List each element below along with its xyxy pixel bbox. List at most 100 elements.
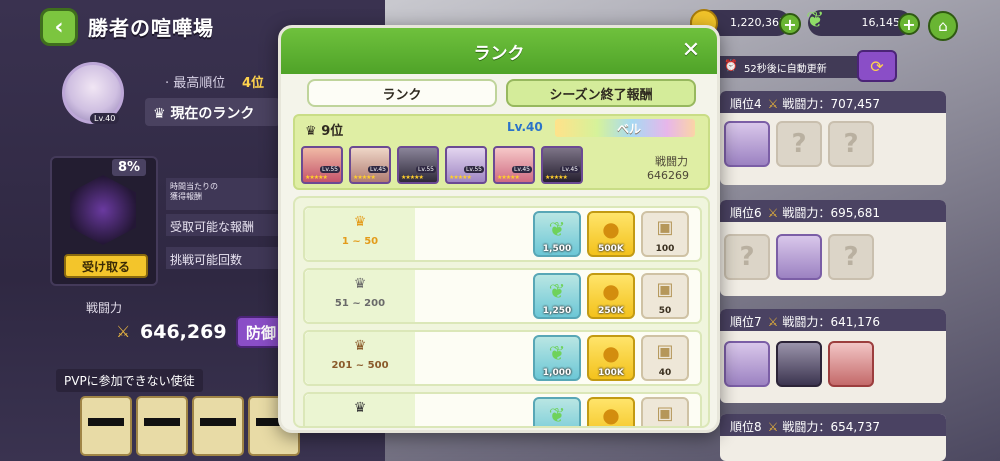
tab-rank[interactable]: ランク [307,79,497,107]
leaf-reward[interactable]: ❦ 1,250 [533,273,581,319]
challenge-count-label: 挑戦可能回数 [166,247,284,269]
tier-cell: ♛ [305,394,415,426]
empty-unit-slot: ? [724,234,770,280]
power-label: 戦闘力 [86,301,123,315]
leaf-icon: ❦ [548,403,566,427]
team-unit-slot: Lv.55 ★★★★★ [397,146,439,184]
unit-slot [828,341,874,387]
empty-unit-slot: ? [828,121,874,167]
team-unit-slot: Lv.45 ★★★★★ [493,146,535,184]
rank-card[interactable]: 順位4 ⚔ 戦闘力：707,457 ? ? [720,91,946,185]
my-rank-entry: ♛ 9位 Lv.40 ベル Lv.55 ★★★★★ Lv.45 ★★★★★ Lv.5… [293,114,710,190]
tier-cell: ♛ 51 ~ 200 [305,270,415,322]
unit-slot [724,121,770,167]
coin-reward[interactable]: ● 100K [587,335,635,381]
crown-icon: ♛ [353,276,367,292]
rank-card-header: 順位4 ⚔ 戦闘力：707,457 [720,91,946,113]
treasure-box-icon: ▣ [656,403,674,424]
alarm-clock-icon: ⏰ [724,59,738,72]
add-leaves-button[interactable]: + [898,13,920,35]
treasure-box-icon: ▣ [656,341,674,362]
my-power-value: 646269 [647,169,689,182]
unit-slot [724,341,770,387]
box-reward[interactable]: ▣ 50 [641,273,689,319]
team-unit-slot: Lv.45 ★★★★★ [541,146,583,184]
tier-range: 51 ~ 200 [334,298,386,309]
chevron-left-icon: ‹ [54,14,64,40]
pvp-unit-card[interactable] [80,396,132,456]
pvp-unit-card[interactable] [192,396,244,456]
current-rank-button[interactable]: ♛ 現在のランク [145,98,280,126]
rank-card[interactable]: 順位7 ⚔ 戦闘力：641,176 [720,309,946,403]
crown-icon: ♛ [153,106,171,122]
treasure-box-icon: ▣ [656,279,674,300]
coin-icon: ● [602,403,620,427]
rank-card[interactable]: 順位6 ⚔ 戦闘力：695,681 ? ? [720,200,946,296]
rank-card-header: 順位7 ⚔ 戦闘力：641,176 [720,309,946,331]
unit-slot [776,341,822,387]
avatar-level: Lv.40 [90,113,120,124]
box-reward[interactable]: ▣ [641,397,689,426]
leaf-icon: ❦ [806,8,825,33]
refresh-button[interactable]: ⟳ [857,50,897,82]
reward-percent: 8% [112,159,147,176]
my-power-label: 戦闘力 [655,155,688,168]
unit-slot [776,234,822,280]
home-icon: ⌂ [938,17,948,35]
crossed-swords-icon: ⚔ [767,97,779,111]
tier-range: 1 ~ 50 [341,236,379,247]
back-button[interactable]: ‹ [40,8,78,46]
my-name: ベル [617,122,642,136]
leaf-icon: ❦ [548,341,566,365]
refresh-icon: ⟳ [870,56,884,76]
add-coins-button[interactable]: + [779,13,801,35]
reward-tier-row: ♛ ❦ ● ▣ [303,392,702,427]
crown-icon: ♛ [353,400,367,416]
crown-icon: ♛ [353,338,367,354]
coin-reward[interactable]: ● [587,397,635,427]
box-reward[interactable]: ▣ 40 [641,335,689,381]
pvp-unavailable-label: PVPに参加できない使徒 [56,369,203,392]
my-level: Lv.40 [507,120,543,134]
leaf-reward[interactable]: ❦ 1,000 [533,335,581,381]
home-button[interactable]: ⌂ [928,11,958,41]
coin-icon: ● [602,217,620,241]
receive-button[interactable]: 受け取る [64,254,148,278]
crown-icon: ♛ [305,124,322,139]
coin-reward[interactable]: ● 250K [587,273,635,319]
reward-tier-row: ♛ 51 ~ 200 ❦ 1,250 ● 250K ▣ 50 [303,268,702,324]
rank-card[interactable]: 順位8 ⚔ 戦闘力：654,737 [720,414,946,461]
crown-icon: ♛ [353,214,367,230]
available-reward-label: 受取可能な報酬 [166,214,284,236]
power-value: 646,269 [140,321,227,343]
leaf-reward[interactable]: ❦ 1,500 [533,211,581,257]
leaf-reward[interactable]: ❦ [533,397,581,427]
empty-unit-slot: ? [828,234,874,280]
close-icon: ✕ [681,37,701,63]
best-rank-label: · 最高順位 [165,76,226,91]
leaf-icon: ❦ [548,279,566,303]
empty-unit-slot: ? [776,121,822,167]
hourly-reward-label: 時間当たりの 獲得報酬 [166,178,284,210]
tab-season-rewards[interactable]: シーズン終了報酬 [506,79,696,107]
box-reward[interactable]: ▣ 100 [641,211,689,257]
reward-tier-row: ♛ 201 ~ 500 ❦ 1,000 ● 100K ▣ 40 [303,330,702,386]
crossed-swords-icon: ⚔ [767,420,779,434]
crossed-swords-icon: ⚔ [116,322,131,341]
page-title: 勝者の喧嘩場 [88,16,214,40]
rank-modal: ランク ✕ ランク シーズン終了報酬 ♛ 9位 Lv.40 ベル Lv.55 ★★… [278,25,720,433]
coin-reward[interactable]: ● 500K [587,211,635,257]
team-unit-slot: Lv.45 ★★★★★ [349,146,391,184]
coin-icon: ● [602,341,620,365]
close-button[interactable]: ✕ [677,36,705,64]
team-unit-slot: Lv.55 ★★★★★ [445,146,487,184]
reward-tier-list[interactable]: ♛ 1 ~ 50 ❦ 1,500 ● 500K ▣ 100 ♛ 51 ~ 200 ❦ 1… [293,196,710,428]
leaf-icon: ❦ [548,217,566,241]
pvp-unit-card[interactable] [136,396,188,456]
modal-header: ランク ✕ [281,28,717,74]
rank-card-header: 順位8 ⚔ 戦闘力：654,737 [720,414,946,436]
best-rank-value: 4位 [242,76,265,91]
team-unit-slot: Lv.55 ★★★★★ [301,146,343,184]
reward-tier-row: ♛ 1 ~ 50 ❦ 1,500 ● 500K ▣ 100 [303,206,702,262]
tier-range: 201 ~ 500 [331,360,389,371]
